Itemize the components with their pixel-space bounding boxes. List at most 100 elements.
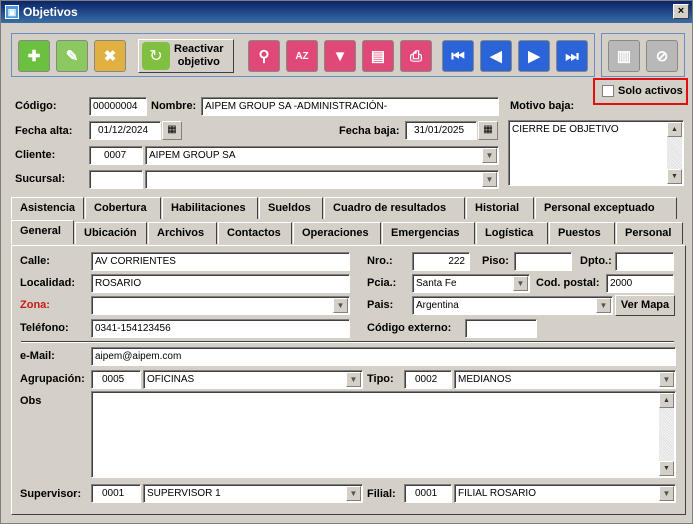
close-button[interactable]: × — [673, 4, 689, 19]
secondary-toolbar: ▥ ⊘ — [601, 33, 685, 77]
chevron-down-icon[interactable]: ▼ — [513, 276, 528, 291]
cliente-combo[interactable]: AIPEM GROUP SA ▼ — [145, 146, 499, 165]
tab-asistencia[interactable]: Asistencia — [11, 197, 84, 219]
obs-scrollbar[interactable]: ▲ ▼ — [659, 393, 674, 476]
chevron-down-icon[interactable]: ▼ — [659, 486, 674, 501]
reactivar-objetivo-button[interactable]: ↻ Reactivar objetivo — [138, 39, 234, 73]
piso-label: Piso: — [482, 255, 509, 267]
email-label: e-Mail: — [20, 350, 55, 362]
reactivar-label-1: Reactivar — [174, 43, 224, 55]
filial-label: Filial: — [367, 488, 396, 500]
cliente-code-field[interactable]: 0007 — [89, 146, 143, 165]
nombre-field[interactable]: AIPEM GROUP SA -ADMINISTRACIÓN- — [201, 97, 499, 116]
tab-archivos[interactable]: Archivos — [148, 222, 217, 244]
calle-field[interactable]: AV CORRIENTES — [91, 252, 350, 271]
tab-general[interactable]: General — [11, 220, 74, 244]
localidad-field[interactable]: ROSARIO — [91, 274, 350, 293]
scroll-down-icon[interactable]: ▼ — [667, 169, 682, 184]
title-bar: ▣ Objetivos × — [1, 1, 692, 23]
localidad-label: Localidad: — [20, 277, 76, 289]
tab-sueldos[interactable]: Sueldos — [259, 197, 323, 219]
sucursal-code-field[interactable] — [89, 170, 143, 189]
add-icon[interactable]: ✚ — [18, 40, 50, 72]
fecha-baja-calendar-icon[interactable]: ▦ — [478, 121, 498, 140]
tipo-code-field[interactable]: 0002 — [404, 370, 452, 389]
zona-combo[interactable]: ▼ — [91, 296, 350, 315]
fecha-alta-field[interactable]: 01/12/2024 — [89, 121, 161, 140]
separator — [21, 341, 674, 343]
zona-label: Zona: — [20, 299, 50, 311]
motivo-baja-field[interactable]: CIERRE DE OBJETIVO ▲ ▼ — [508, 120, 684, 186]
save-icon[interactable]: ▥ — [608, 40, 640, 72]
scroll-up-icon[interactable]: ▲ — [667, 122, 682, 137]
agrupacion-name: OFICINAS — [147, 374, 195, 385]
tab-habilitaciones[interactable]: Habilitaciones — [162, 197, 258, 219]
filial-combo[interactable]: FILIAL ROSARIO ▼ — [454, 484, 676, 503]
agrupacion-label: Agrupación: — [20, 373, 85, 385]
sucursal-combo[interactable]: ▼ — [145, 170, 499, 189]
telefono-field[interactable]: 0341-154123456 — [91, 319, 350, 338]
tab-emergencias[interactable]: Emergencias — [382, 222, 475, 244]
cp-field[interactable]: 2000 — [606, 274, 674, 293]
chevron-down-icon[interactable]: ▼ — [659, 372, 674, 387]
tab-logistica[interactable]: Logística — [476, 222, 548, 244]
codigo-externo-field[interactable] — [465, 319, 537, 338]
tab-puestos[interactable]: Puestos — [549, 222, 615, 244]
tipo-combo[interactable]: MEDIANOS ▼ — [454, 370, 676, 389]
filter-icon[interactable]: ▼ — [324, 40, 356, 72]
dpto-field[interactable] — [615, 252, 674, 271]
chevron-down-icon[interactable]: ▼ — [346, 372, 361, 387]
next-record-icon[interactable]: ▶ — [518, 40, 550, 72]
filial-code-field[interactable]: 0001 — [404, 484, 452, 503]
chevron-down-icon[interactable]: ▼ — [333, 298, 348, 313]
chevron-down-icon[interactable]: ▼ — [482, 172, 497, 187]
motivo-baja-scrollbar[interactable]: ▲ ▼ — [667, 122, 682, 184]
scroll-down-icon[interactable]: ▼ — [659, 461, 674, 476]
chevron-down-icon[interactable]: ▼ — [596, 298, 611, 313]
last-record-icon[interactable]: ⏭ — [556, 40, 588, 72]
edit-icon[interactable]: ✎ — [56, 40, 88, 72]
previous-record-icon[interactable]: ◀ — [480, 40, 512, 72]
tab-personal-exceptuado[interactable]: Personal exceptuado — [535, 197, 677, 219]
codigo-field[interactable]: 00000004 — [89, 97, 147, 116]
pais-value: Argentina — [416, 300, 459, 311]
fecha-alta-calendar-icon[interactable]: ▦ — [162, 121, 182, 140]
objetivos-window: ▣ Objetivos × ✚ ✎ ✖ ↻ Reactivar objetivo … — [0, 0, 693, 524]
clipboard-icon[interactable]: ▤ — [362, 40, 394, 72]
print-icon[interactable]: ⎙ — [400, 40, 432, 72]
agrupacion-combo[interactable]: OFICINAS ▼ — [143, 370, 363, 389]
calle-label: Calle: — [20, 255, 50, 267]
pcia-combo[interactable]: Santa Fe ▼ — [412, 274, 530, 293]
ver-mapa-button[interactable]: Ver Mapa — [615, 295, 675, 316]
tab-operaciones[interactable]: Operaciones — [293, 222, 381, 244]
motivo-baja-text: CIERRE DE OBJETIVO — [512, 124, 619, 135]
tab-contactos[interactable]: Contactos — [218, 222, 292, 244]
supervisor-combo[interactable]: SUPERVISOR 1 ▼ — [143, 484, 363, 503]
sort-icon[interactable]: AZ — [286, 40, 318, 72]
supervisor-code-field[interactable]: 0001 — [91, 484, 141, 503]
tipo-label: Tipo: — [367, 373, 394, 385]
piso-field[interactable] — [514, 252, 572, 271]
tab-cuadro-de-resultados[interactable]: Cuadro de resultados — [324, 197, 465, 219]
scroll-up-icon[interactable]: ▲ — [659, 393, 674, 408]
chevron-down-icon[interactable]: ▼ — [346, 486, 361, 501]
solo-activos-checkbox[interactable] — [602, 85, 614, 97]
cancel-icon[interactable]: ⊘ — [646, 40, 678, 72]
first-record-icon[interactable]: ⏮ — [442, 40, 474, 72]
agrupacion-code-field[interactable]: 0005 — [91, 370, 141, 389]
delete-icon[interactable]: ✖ — [94, 40, 126, 72]
codigo-externo-label: Código externo: — [367, 322, 452, 334]
chevron-down-icon[interactable]: ▼ — [482, 148, 497, 163]
search-icon[interactable]: ⚲ — [248, 40, 280, 72]
tab-cobertura[interactable]: Cobertura — [85, 197, 161, 219]
pais-combo[interactable]: Argentina ▼ — [412, 296, 613, 315]
fecha-baja-field[interactable]: 31/01/2025 — [405, 121, 477, 140]
tab-personal[interactable]: Personal — [616, 222, 683, 244]
email-field[interactable]: aipem@aipem.com — [91, 347, 676, 366]
nro-field[interactable]: 222 — [412, 252, 470, 271]
sucursal-label: Sucursal: — [15, 173, 66, 185]
obs-field[interactable]: ▲ ▼ — [91, 391, 676, 478]
tab-ubicacion[interactable]: Ubicación — [75, 222, 147, 244]
motivo-baja-label: Motivo baja: — [510, 100, 575, 112]
tab-historial[interactable]: Historial — [466, 197, 534, 219]
